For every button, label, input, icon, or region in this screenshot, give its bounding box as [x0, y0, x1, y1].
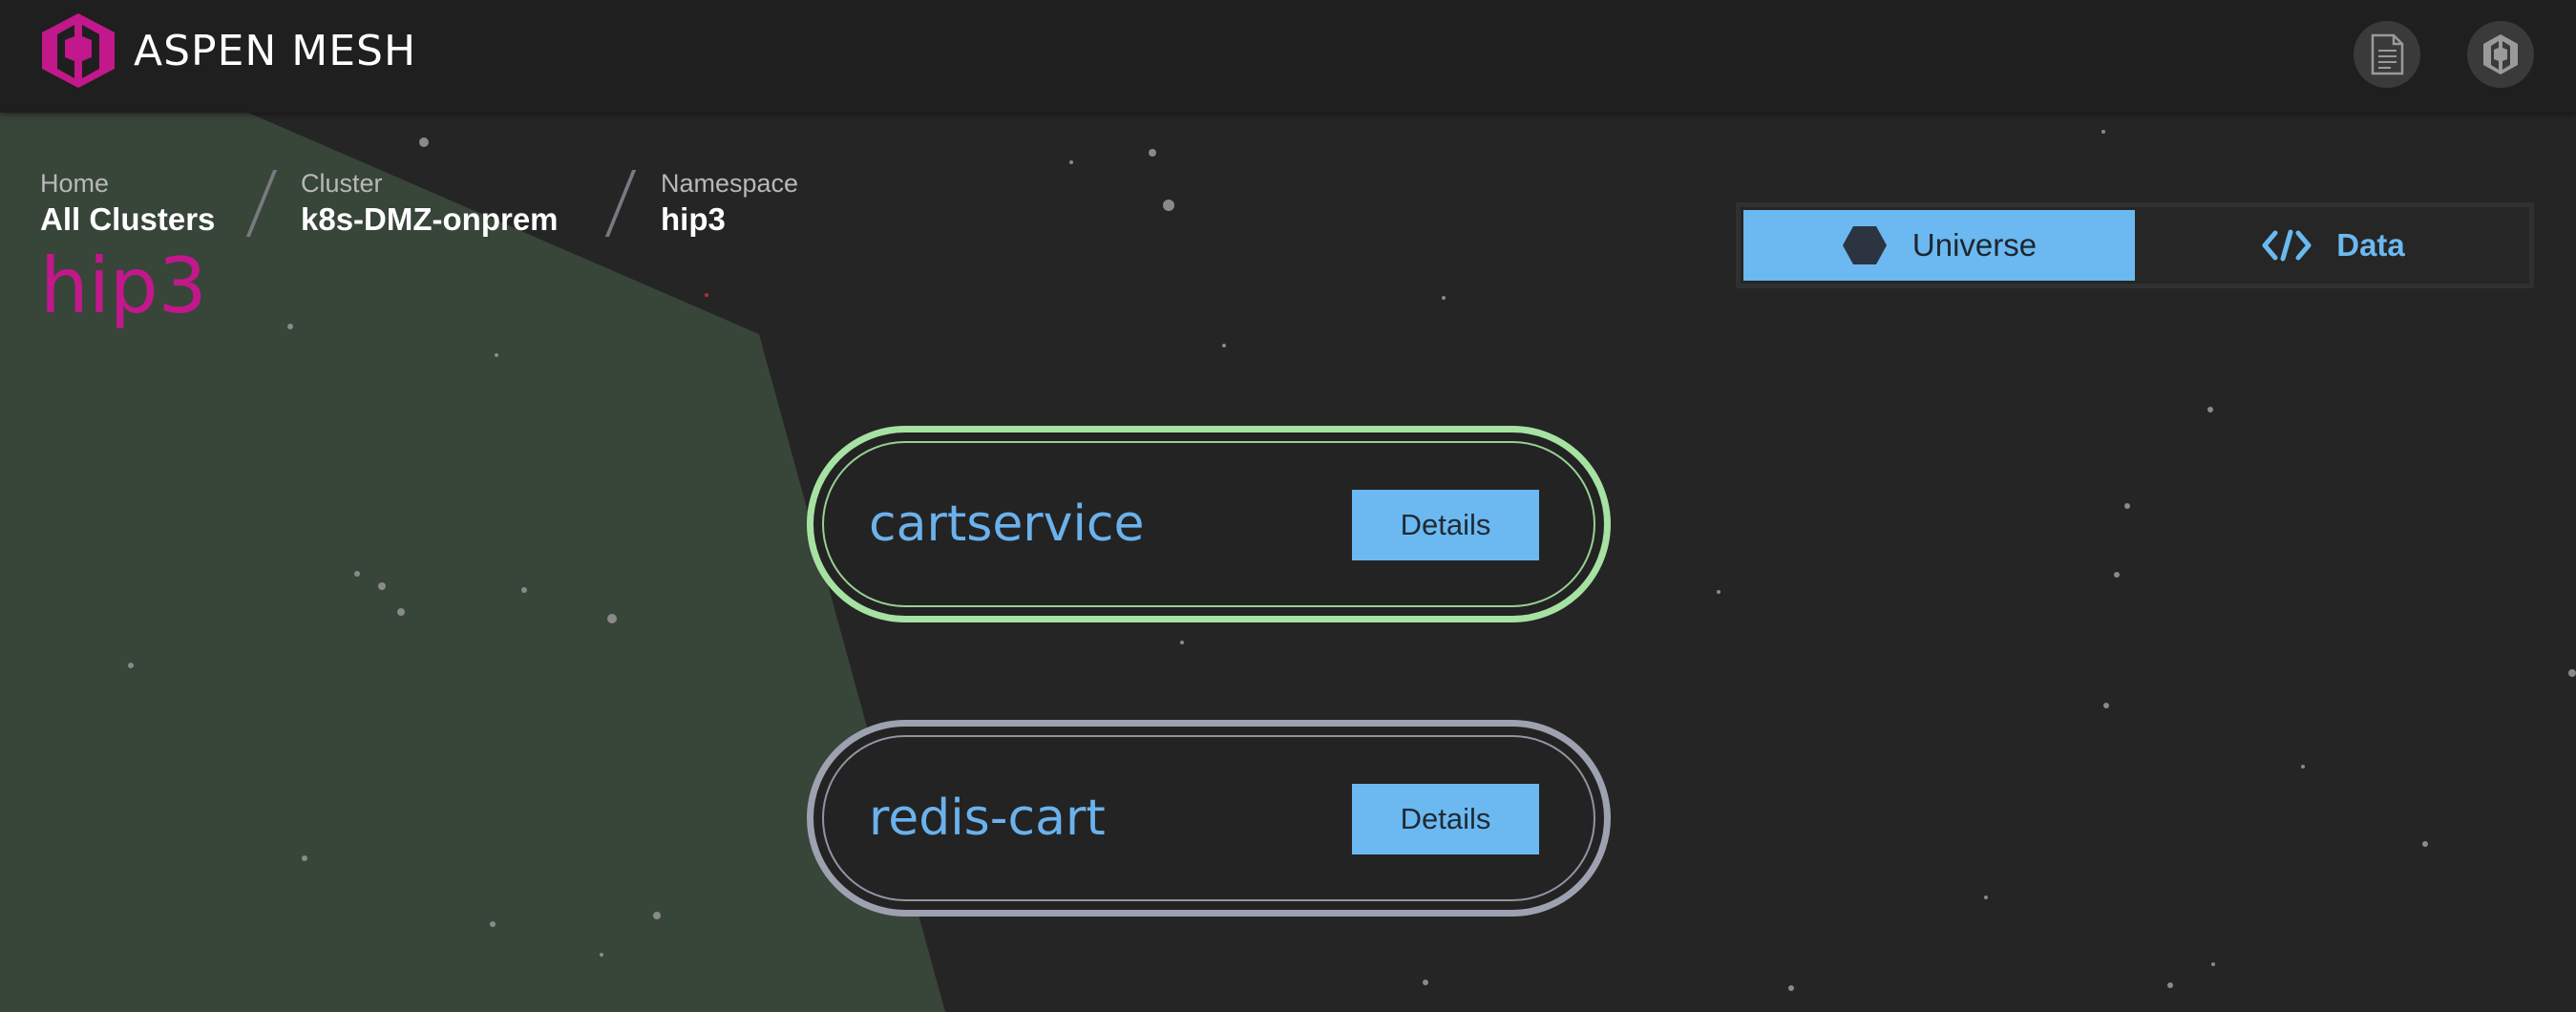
hexagon-icon — [1842, 225, 1888, 265]
service-node-redis-cart[interactable]: redis-cart Details — [807, 720, 1611, 917]
tab-data-label: Data — [2336, 227, 2405, 263]
tab-universe-label: Universe — [1911, 227, 2038, 263]
breadcrumb-home-value: All Clusters — [40, 201, 216, 237]
brand-name: ASPEN MESH — [134, 26, 417, 75]
account-menu-button[interactable] — [2467, 21, 2534, 88]
tab-data[interactable]: Data — [2138, 207, 2529, 284]
breadcrumb-home-label: Home — [40, 169, 110, 198]
documentation-button[interactable] — [2354, 21, 2420, 88]
service-name: cartservice — [869, 495, 1145, 553]
page-title: hip3 — [40, 242, 207, 330]
breadcrumb-cluster-value: k8s-DMZ-onprem — [301, 201, 559, 237]
code-icon — [2262, 229, 2312, 262]
app-root: ASPEN MESH Home All Clusters Cluster k8s… — [0, 0, 2576, 1012]
brand-logo[interactable]: ASPEN MESH — [38, 11, 416, 90]
breadcrumb-namespace-label: Namespace — [661, 169, 799, 198]
service-node-cartservice[interactable]: cartservice Details — [807, 426, 1611, 622]
aspen-logo-icon — [2483, 34, 2518, 74]
breadcrumb-namespace[interactable]: Namespace hip3 — [661, 167, 798, 240]
details-button[interactable]: Details — [1352, 490, 1539, 560]
document-icon — [2371, 33, 2404, 75]
tab-universe[interactable]: Universe — [1743, 210, 2135, 281]
top-bar: ASPEN MESH — [0, 0, 2576, 113]
breadcrumb-home[interactable]: Home All Clusters — [40, 167, 215, 240]
details-button[interactable]: Details — [1352, 784, 1539, 854]
view-toggle: Universe Data — [1736, 202, 2534, 288]
service-name: redis-cart — [869, 790, 1106, 847]
aspen-mesh-logo-icon — [42, 13, 115, 88]
breadcrumb-namespace-value: hip3 — [661, 201, 726, 237]
breadcrumb-cluster-label: Cluster — [301, 169, 383, 198]
breadcrumb-cluster[interactable]: Cluster k8s-DMZ-onprem — [301, 167, 559, 240]
